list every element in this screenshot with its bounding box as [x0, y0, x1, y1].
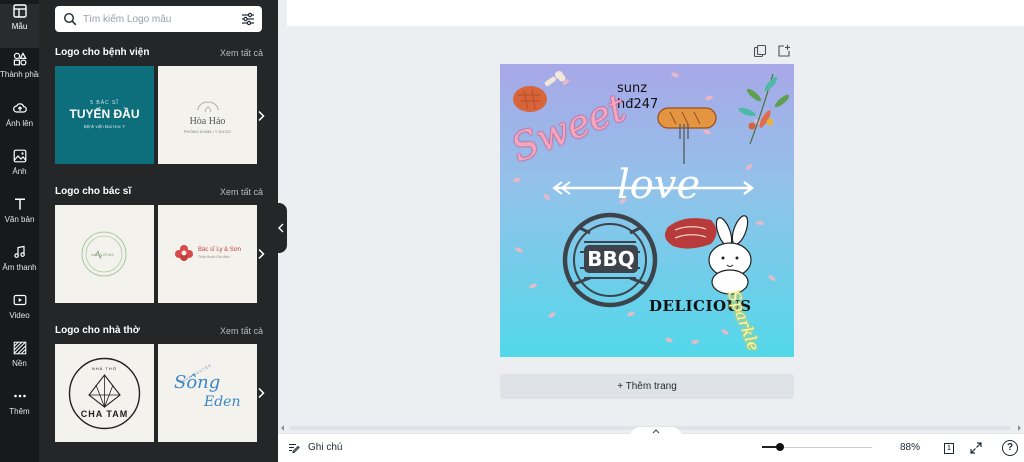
add-page-button[interactable]: + Thêm trang: [500, 374, 794, 399]
filter-icon[interactable]: [241, 12, 255, 26]
chevron-right-icon: [258, 110, 265, 122]
rail-item-video[interactable]: Video: [0, 293, 39, 337]
sausage-fork-illustration: [657, 107, 717, 164]
canvas-text-love[interactable]: love: [617, 162, 700, 208]
thumb-text: PHÒNG KHÁM • Y DƯỢC: [183, 129, 232, 134]
thumb-text: BÁC SĨ NHI: [95, 253, 114, 257]
see-all-link[interactable]: Xem tất cả: [220, 48, 263, 58]
duplicate-page-icon[interactable]: [753, 44, 767, 58]
rail-item-label: Mẫu: [11, 22, 28, 31]
leaf-branch-illustration: [738, 73, 790, 145]
search-box[interactable]: [55, 6, 262, 32]
collapse-panel-button[interactable]: [275, 203, 287, 253]
see-all-link[interactable]: Xem tất cả: [220, 326, 263, 336]
templates-icon: [12, 4, 27, 18]
section-title-church: Logo cho nhà thờ: [55, 325, 140, 336]
canvas-text-sunz[interactable]: sunz: [617, 81, 647, 96]
template-thumb-hospital-2[interactable]: Hòa Hảo PHÒNG KHÁM • Y DƯỢC: [158, 66, 257, 164]
notes-button[interactable]: Ghi chú: [308, 442, 342, 453]
rail-item-label: Nền: [12, 359, 27, 368]
rail-item-more[interactable]: Thêm: [0, 389, 39, 433]
chevron-right-icon: [258, 387, 265, 399]
rail-item-background[interactable]: Nền: [0, 341, 39, 385]
thumb-text: 5 BÁC SĨ: [90, 100, 119, 106]
rail-item-label: Thành phần: [0, 70, 39, 79]
rail-item-elements[interactable]: Thành phần: [0, 52, 39, 96]
add-page-icon[interactable]: [777, 44, 791, 58]
notes-icon[interactable]: [288, 442, 300, 454]
page-count-value: 1: [944, 443, 954, 454]
rail-item-label: Văn bản: [4, 215, 35, 224]
video-icon: [13, 294, 26, 306]
thumb-text: CHA TAM: [80, 409, 129, 419]
thumb-text: NHÀ THỜ: [91, 366, 118, 371]
chicken-leg-illustration: [513, 71, 566, 112]
rail-item-upload[interactable]: Ảnh lên: [0, 101, 39, 145]
steak-illustration: [664, 218, 717, 249]
chevron-right-icon: [258, 248, 265, 260]
canvas-text-bbq[interactable]: BBQ: [584, 245, 638, 273]
thumb-text: Sông: [174, 372, 221, 393]
templates-panel: Logo cho bệnh viện Xem tất cả 5 BÁC SĨ T…: [39, 0, 278, 462]
rail-item-label: Âm thanh: [2, 263, 37, 272]
rail-item-text[interactable]: Văn bản: [0, 197, 39, 241]
expand-pages-button[interactable]: [630, 427, 682, 437]
audio-icon: [13, 245, 25, 258]
template-thumb-church-1[interactable]: NHÀ THỜ CHA TAM: [55, 344, 154, 442]
app-root: Mẫu Thành phần Ảnh lên Ảnh Văn bản Âm th…: [0, 0, 1024, 462]
page-count-button[interactable]: 1: [942, 441, 956, 455]
rail-item-label: Video: [9, 311, 30, 320]
next-arrow-button[interactable]: [253, 383, 269, 403]
text-icon: [14, 198, 25, 210]
upload-icon: [12, 103, 27, 113]
chevron-up-icon: [652, 429, 660, 434]
rail-item-audio[interactable]: Âm thanh: [0, 245, 39, 289]
section-title-hospital: Logo cho bệnh viện: [55, 47, 150, 58]
search-input[interactable]: [83, 10, 233, 28]
bottom-bar: Ghi chú 88% 1 ?: [278, 427, 1024, 462]
more-icon: [13, 394, 26, 398]
chevron-left-icon: [278, 223, 284, 233]
zoom-level[interactable]: 88%: [900, 442, 920, 453]
fullscreen-icon[interactable]: [970, 442, 982, 454]
thumb-text: Hòa Hảo: [189, 116, 226, 127]
next-arrow-button[interactable]: [253, 106, 269, 126]
elements-icon: [13, 52, 27, 66]
rail-item-label: Ảnh: [12, 167, 27, 176]
side-rail: Mẫu Thành phần Ảnh lên Ảnh Văn bản Âm th…: [0, 0, 39, 462]
section-title-doctor: Logo cho bác sĩ: [55, 186, 132, 197]
bunny-illustration: [708, 215, 752, 295]
leaf-logo-icon: [197, 101, 219, 113]
thumb-text: TUYẾN ĐẦU: [69, 107, 140, 121]
design-canvas[interactable]: sunz hđ247 Sweet love BBQ DELICIOUS Spar…: [500, 64, 794, 357]
rail-item-label: Ảnh lên: [5, 119, 34, 128]
rail-item-templates[interactable]: Mẫu: [0, 4, 39, 48]
photos-icon: [13, 149, 26, 163]
template-thumb-doctor-1[interactable]: BÁC SĨ NHI: [55, 205, 154, 303]
help-button[interactable]: ?: [1002, 440, 1018, 456]
zoom-slider-handle[interactable]: [776, 443, 784, 451]
top-toolbar-strip: [287, 0, 1024, 26]
thumb-text: Bác sĩ Ly & Sơn: [198, 247, 242, 253]
background-icon: [13, 341, 26, 355]
see-all-link[interactable]: Xem tất cả: [220, 187, 263, 197]
template-thumb-hospital-1[interactable]: 5 BÁC SĨ TUYẾN ĐẦU Bệnh viện Đại Học Y: [55, 66, 154, 164]
search-icon: [63, 12, 77, 26]
rail-item-label: Thêm: [9, 407, 30, 416]
template-thumb-church-2[interactable]: NHÀ NGUYỆN Sông Eden: [158, 344, 257, 442]
thumb-text: Bệnh viện Đại Học Y: [83, 124, 126, 129]
next-arrow-button[interactable]: [253, 244, 269, 264]
rail-item-photos[interactable]: Ảnh: [0, 149, 39, 193]
thumb-text: Eden: [204, 394, 241, 410]
thumb-text: Thấy thuốc Gia đình: [198, 255, 230, 259]
flower-logo-icon: [175, 245, 193, 261]
template-thumb-doctor-2[interactable]: Bác sĩ Ly & Sơn Thấy thuốc Gia đình: [158, 205, 257, 303]
